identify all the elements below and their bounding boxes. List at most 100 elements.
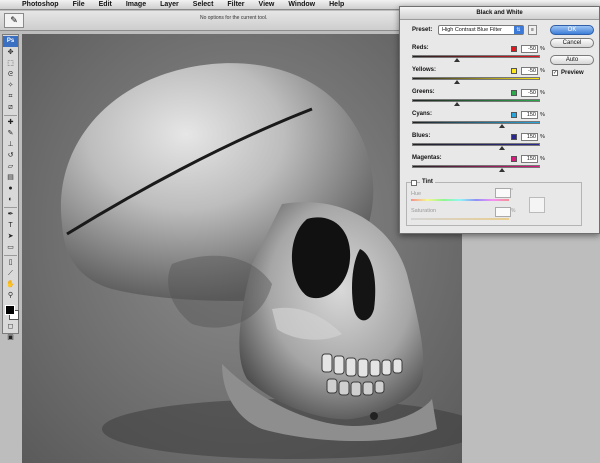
blues-value-field[interactable]: 150	[521, 133, 538, 141]
eyedropper-tool-icon[interactable]: ⟋	[5, 269, 17, 279]
quick-mask-icon[interactable]: ◻	[5, 322, 17, 332]
toolbox-divider	[4, 115, 17, 116]
reds-slider-thumb[interactable]	[453, 58, 460, 62]
path-selection-icon[interactable]: ➤	[5, 232, 17, 242]
yellows-percent-sign: %	[540, 68, 545, 74]
foreground-color-swatch[interactable]	[5, 305, 15, 315]
magentas-percent-sign: %	[540, 156, 545, 162]
cancel-button[interactable]: Cancel	[550, 38, 594, 48]
magic-wand-tool-icon[interactable]: ✧	[5, 81, 17, 91]
saturation-slider[interactable]	[411, 218, 509, 220]
menu-lines-icon: ≡	[531, 27, 534, 33]
preview-label: Preview	[561, 70, 584, 76]
history-brush-icon[interactable]: ↺	[5, 151, 17, 161]
magentas-label: Magentas:	[412, 155, 442, 161]
menu-select[interactable]: Select	[193, 1, 214, 8]
menu-app-name[interactable]: Photoshop	[22, 1, 59, 8]
ok-button[interactable]: OK	[550, 25, 594, 35]
options-message: No options for the current tool.	[200, 15, 268, 21]
lasso-tool-icon[interactable]: ᘓ	[5, 70, 17, 80]
dropdown-arrows-icon: ⇅	[514, 26, 523, 34]
dialog-title[interactable]: Black and White	[400, 7, 599, 20]
toolbox: Ps ✥ ⬚ ᘓ ✧ ⌗ ⧄ ✚ ✎ ⊥ ↺ ▱ ▤ ● ◐ ✒ T ➤ ▭ ▯…	[2, 34, 19, 341]
brush-icon: ✎	[10, 15, 18, 25]
document-canvas[interactable]	[22, 34, 462, 463]
reds-percent-sign: %	[540, 46, 545, 52]
saturation-unit: %	[511, 208, 516, 214]
blur-tool-icon[interactable]: ●	[5, 184, 17, 194]
crop-tool-icon[interactable]: ⌗	[5, 92, 17, 102]
cyans-value-field[interactable]: 150	[521, 111, 538, 119]
menu-image[interactable]: Image	[126, 1, 146, 8]
type-tool-icon[interactable]: T	[5, 221, 17, 231]
clone-stamp-icon[interactable]: ⊥	[5, 140, 17, 150]
tint-color-picker[interactable]	[529, 197, 545, 213]
magentas-slider-thumb[interactable]	[498, 168, 505, 172]
reds-value-field[interactable]: -50	[521, 45, 538, 53]
blues-slider[interactable]	[412, 143, 540, 146]
greens-label: Greens:	[412, 89, 435, 95]
hue-slider[interactable]	[411, 199, 509, 201]
greens-slider[interactable]	[412, 99, 540, 102]
magentas-slider[interactable]	[412, 165, 540, 168]
menu-help[interactable]: Help	[329, 1, 344, 8]
reds-slider[interactable]	[412, 55, 540, 58]
gradient-tool-icon[interactable]: ▤	[5, 173, 17, 183]
color-swatches	[3, 303, 19, 321]
hue-label: Hue	[411, 191, 422, 197]
magentas-value-field[interactable]: 150	[521, 155, 538, 163]
auto-button[interactable]: Auto	[550, 55, 594, 65]
shape-tool-icon[interactable]: ▭	[5, 243, 17, 253]
zoom-tool-icon[interactable]: ⚲	[5, 291, 17, 301]
blues-slider-thumb[interactable]	[498, 146, 505, 150]
cyans-slider[interactable]	[412, 121, 540, 124]
greens-value-field[interactable]: -50	[521, 89, 538, 97]
menu-window[interactable]: Window	[288, 1, 315, 8]
toolbox-divider	[4, 207, 17, 208]
blues-label: Blues:	[412, 133, 431, 139]
yellows-color-swatch	[511, 68, 517, 74]
ps-logo[interactable]: Ps	[3, 36, 18, 47]
menu-view[interactable]: View	[259, 1, 275, 8]
cyans-label: Cyans:	[412, 111, 433, 117]
yellows-slider[interactable]	[412, 77, 540, 80]
eraser-tool-icon[interactable]: ▱	[5, 162, 17, 172]
cyans-slider-thumb[interactable]	[498, 124, 505, 128]
blues-percent-sign: %	[540, 134, 545, 140]
tint-checkbox[interactable]	[411, 180, 417, 186]
greens-percent-sign: %	[540, 90, 545, 96]
reds-label: Reds:	[412, 45, 429, 51]
cyans-percent-sign: %	[540, 112, 545, 118]
slice-tool-icon[interactable]: ⧄	[5, 103, 17, 113]
healing-brush-icon[interactable]: ✚	[5, 118, 17, 128]
saturation-label: Saturation	[411, 208, 437, 214]
hand-tool-icon[interactable]: ✋	[5, 280, 17, 290]
menu-file[interactable]: File	[73, 1, 85, 8]
preset-select[interactable]: High Contrast Blue Filter ⇅	[438, 25, 524, 35]
marquee-tool-icon[interactable]: ⬚	[5, 59, 17, 69]
magentas-color-swatch	[511, 156, 517, 162]
black-and-white-dialog: Black and White Preset: High Contrast Bl…	[399, 6, 600, 234]
preset-options-button[interactable]: ≡	[528, 25, 537, 35]
menu-edit[interactable]: Edit	[99, 1, 112, 8]
brush-tool-icon[interactable]: ✎	[5, 129, 17, 139]
skull-photo	[60, 63, 462, 459]
saturation-field[interactable]	[495, 207, 511, 217]
screen-mode-icon[interactable]: ▣	[5, 333, 17, 343]
hue-field[interactable]	[495, 188, 511, 198]
greens-slider-thumb[interactable]	[453, 102, 460, 106]
reds-color-swatch	[511, 46, 517, 52]
move-tool-icon[interactable]: ✥	[5, 48, 17, 58]
yellows-value-field[interactable]: -50	[521, 67, 538, 75]
tool-preset-picker[interactable]: ✎	[4, 13, 24, 28]
pen-tool-icon[interactable]: ✒	[5, 210, 17, 220]
yellows-slider-thumb[interactable]	[453, 80, 460, 84]
notes-tool-icon[interactable]: ▯	[5, 258, 17, 268]
preview-checkbox[interactable]: ✓	[552, 70, 558, 76]
tint-group: Tint Hue ° Saturation %	[406, 179, 582, 226]
preset-value: High Contrast Blue Filter	[442, 27, 502, 33]
menu-filter[interactable]: Filter	[227, 1, 244, 8]
menu-layer[interactable]: Layer	[160, 1, 179, 8]
dodge-tool-icon[interactable]: ◐	[5, 195, 17, 205]
greens-color-swatch	[511, 90, 517, 96]
